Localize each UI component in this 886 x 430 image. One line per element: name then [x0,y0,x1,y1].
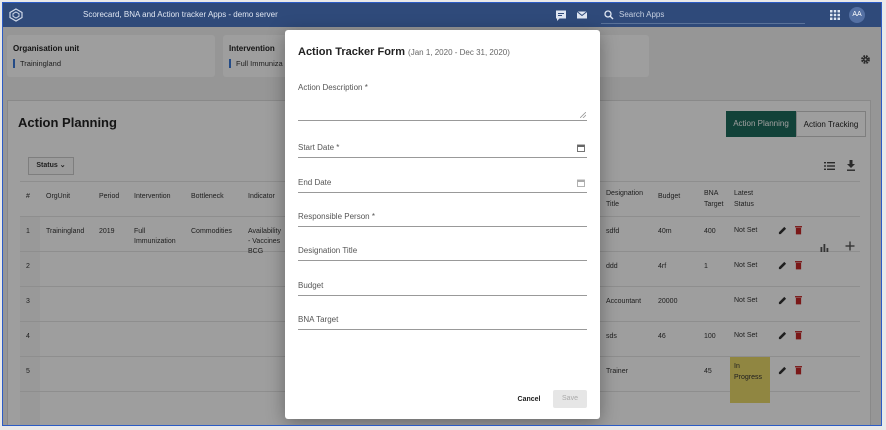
calendar-icon[interactable] [577,179,585,187]
resize-handle-icon[interactable] [580,112,586,118]
chat-icon[interactable] [555,9,567,21]
bna-target-field[interactable]: BNA Target [298,315,587,330]
designation-title-label: Designation Title [298,246,358,255]
app-title: Scorecard, BNA and Action tracker Apps -… [83,10,278,19]
action-tracker-form-dialog: Action Tracker Form (Jan 1, 2020 - Dec 3… [285,30,600,419]
cancel-button[interactable]: Cancel [511,391,547,409]
start-date-field[interactable]: Start Date * [298,143,587,158]
responsible-person-label: Responsible Person * [298,212,375,221]
save-button[interactable]: Save [553,390,587,408]
search-icon [604,10,614,20]
app-window: Scorecard, BNA and Action tracker Apps -… [2,2,882,426]
end-date-field[interactable]: End Date [298,178,587,193]
user-avatar[interactable]: AA [849,7,865,23]
search-placeholder: Search Apps [619,10,665,19]
designation-title-field[interactable]: Designation Title [298,246,587,261]
app-logo-icon[interactable] [9,8,23,22]
start-date-label: Start Date * [298,143,340,152]
dialog-title: Action Tracker Form (Jan 1, 2020 - Dec 3… [298,46,510,58]
calendar-icon[interactable] [577,144,585,152]
mail-icon[interactable] [576,9,588,21]
top-bar: Scorecard, BNA and Action tracker Apps -… [3,3,881,27]
apps-grid-icon[interactable] [829,9,841,21]
dialog-title-text: Action Tracker Form [298,46,405,58]
responsible-person-field[interactable]: Responsible Person * [298,212,587,227]
bna-target-label: BNA Target [298,315,339,324]
end-date-label: End Date [298,178,332,187]
dialog-period: (Jan 1, 2020 - Dec 31, 2020) [408,48,510,57]
action-description-label: Action Description * [298,83,368,92]
budget-field[interactable]: Budget [298,281,587,296]
action-description-field[interactable]: Action Description * [298,83,587,121]
budget-label: Budget [298,281,324,290]
search-apps-field[interactable]: Search Apps [601,6,805,24]
